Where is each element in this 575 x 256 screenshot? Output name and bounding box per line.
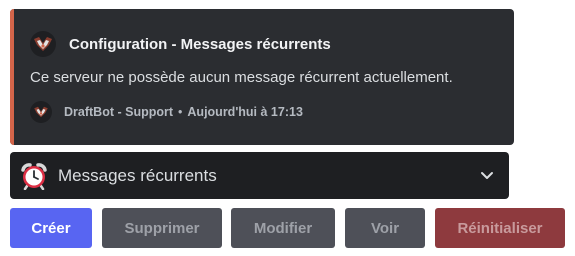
reset-button[interactable]: Réinitialiser <box>435 208 565 248</box>
recurring-messages-select[interactable]: Messages récurrents <box>10 152 509 199</box>
draftbot-logo-icon <box>30 31 56 57</box>
footer-separator: • <box>178 105 183 119</box>
select-selected-label: Messages récurrents <box>58 165 217 185</box>
alarm-clock-icon <box>20 162 48 190</box>
edit-button[interactable]: Modifier <box>231 208 335 248</box>
embed-accent-bar <box>10 9 14 145</box>
embed-title: Configuration - Messages récurrents <box>69 35 331 53</box>
footer-timestamp: Aujourd'hui à 17:13 <box>187 105 303 119</box>
chevron-down-icon[interactable] <box>479 167 495 183</box>
view-button[interactable]: Voir <box>345 208 425 248</box>
footer-author: DraftBot - Support <box>64 105 174 119</box>
embed-author-row: Configuration - Messages récurrents <box>30 31 331 57</box>
embed-footer: DraftBot - Support • Aujourd'hui à 17:13 <box>30 101 303 123</box>
delete-button[interactable]: Supprimer <box>102 208 222 248</box>
draftbot-logo-icon <box>30 101 52 123</box>
embed-card: Configuration - Messages récurrents Ce s… <box>10 9 514 145</box>
embed-description: Ce serveur ne possède aucun message récu… <box>30 69 453 86</box>
create-button[interactable]: Créer <box>10 208 92 248</box>
